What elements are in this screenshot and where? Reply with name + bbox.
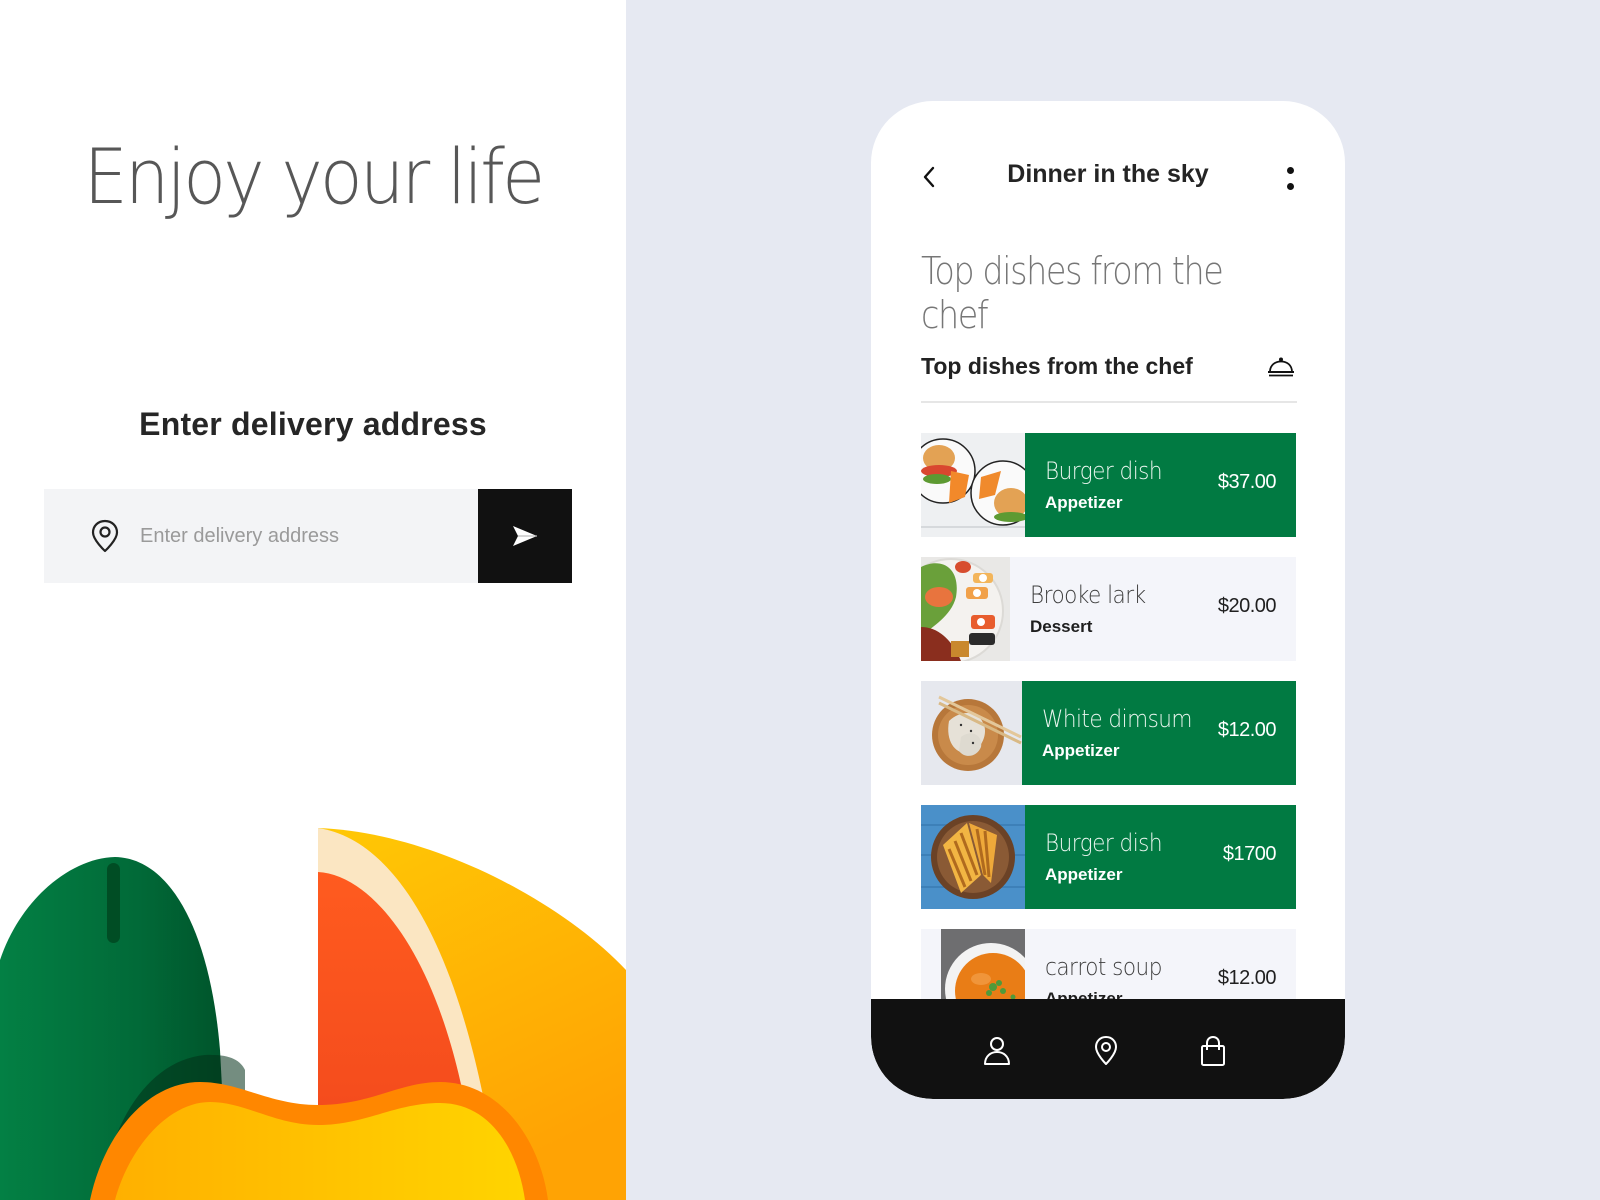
- send-arrow-icon: [513, 526, 537, 546]
- dish-price: $37.00: [1217, 471, 1277, 493]
- dish-price: $12.00: [1217, 719, 1277, 741]
- cloche-icon: [1268, 357, 1294, 377]
- profile-icon: [984, 1037, 1010, 1065]
- dish-category: Dessert: [1030, 617, 1093, 636]
- fruit-illustration: [0, 828, 626, 1200]
- address-heading: Enter delivery address: [139, 406, 487, 442]
- address-bar: [44, 489, 572, 583]
- section-header: Top dishes from the chef: [921, 351, 1297, 403]
- nav-bag-button[interactable]: [1193, 1031, 1233, 1071]
- address-input-wrap: [44, 489, 478, 583]
- dish-price: $1700: [1222, 843, 1277, 865]
- dish-category: Appetizer: [1045, 865, 1123, 884]
- dish-name: Brooke lark: [1030, 581, 1146, 609]
- section-label: Top dishes from the chef: [921, 353, 1193, 379]
- pear-stem: [107, 863, 120, 943]
- dish-info: Burger dish Appetizer $37.00: [1025, 433, 1296, 537]
- dish-image-sushi: [921, 557, 1010, 661]
- dish-list-item[interactable]: Brooke lark Dessert $20.00: [921, 557, 1296, 661]
- dish-list-item[interactable]: Burger dish Appetizer $1700: [921, 805, 1296, 909]
- nav-location-button[interactable]: [1086, 1031, 1126, 1071]
- more-vertical-icon-dot: [1287, 183, 1294, 190]
- shopping-bag-icon: [1201, 1035, 1225, 1066]
- dish-price: $12.00: [1217, 967, 1277, 989]
- bottom-nav: [871, 999, 1345, 1099]
- phone-header: Dinner in the sky: [871, 101, 1345, 251]
- dish-name: Burger dish: [1045, 829, 1163, 857]
- dish-image-dimsum: [921, 681, 1022, 785]
- dish-price: $20.00: [1217, 595, 1277, 617]
- dish-category: Appetizer: [1045, 493, 1123, 512]
- dish-category: Appetizer: [1042, 741, 1120, 760]
- hero-title: Enjoy your life: [83, 132, 546, 221]
- dish-name: carrot soup: [1045, 953, 1162, 981]
- dish-list: Burger dish Appetizer $37.00 Brooke lark…: [921, 433, 1296, 1053]
- dish-list-item[interactable]: Burger dish Appetizer $37.00: [921, 433, 1296, 537]
- delivery-address-input[interactable]: [140, 524, 478, 548]
- location-icon: [1095, 1036, 1117, 1065]
- dish-name: White dimsum: [1042, 705, 1192, 733]
- dish-list-item[interactable]: White dimsum Appetizer $12.00: [921, 681, 1296, 785]
- dish-info: Burger dish Appetizer $1700: [1025, 805, 1296, 909]
- dish-image-burger: [921, 433, 1025, 537]
- phone-mockup: Dinner in the sky Top dishes from the ch…: [871, 101, 1345, 1099]
- section-hero-heading: Top dishes from the chef: [921, 249, 1224, 337]
- left-panel: Enjoy your life Enter delivery address: [0, 0, 626, 1200]
- send-address-button[interactable]: [478, 489, 572, 583]
- dish-name: Burger dish: [1045, 457, 1163, 485]
- dish-image-sandwich: [921, 805, 1025, 909]
- page-title: Dinner in the sky: [1007, 160, 1209, 188]
- dish-info: Brooke lark Dessert $20.00: [1010, 557, 1296, 661]
- more-options-button[interactable]: [1281, 163, 1301, 193]
- more-vertical-icon: [1287, 167, 1294, 174]
- nav-profile-button[interactable]: [977, 1031, 1017, 1071]
- dish-info: White dimsum Appetizer $12.00: [1022, 681, 1296, 785]
- map-pin-icon: [91, 519, 119, 553]
